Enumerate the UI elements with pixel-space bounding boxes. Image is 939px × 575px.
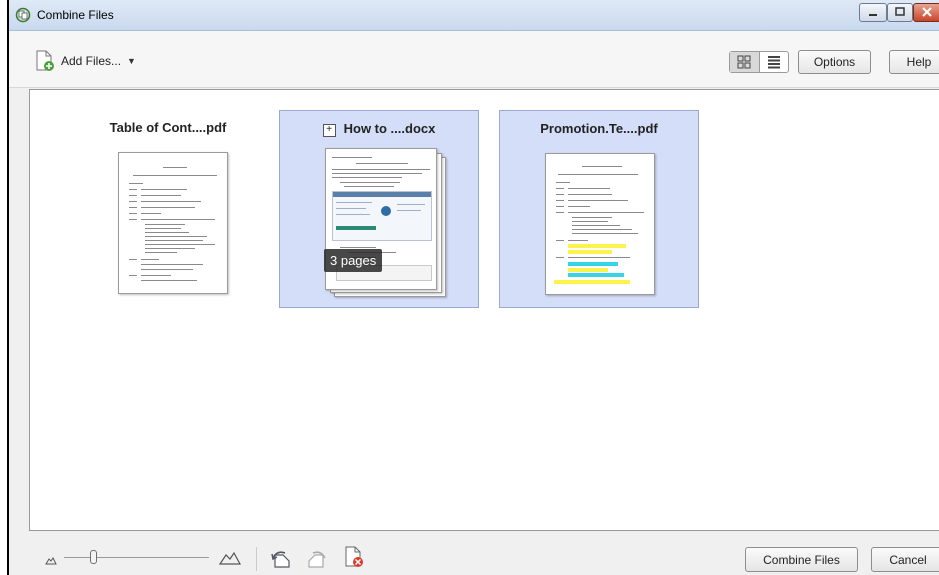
list-view-icon <box>767 56 780 69</box>
toolbar-separator <box>256 547 257 571</box>
file-card-promotion[interactable]: Promotion.Te....pdf <box>499 110 699 308</box>
maximize-button[interactable] <box>887 3 913 22</box>
page-thumbnail <box>545 153 655 295</box>
maximize-icon <box>895 7 905 16</box>
close-button[interactable] <box>913 3 939 22</box>
rotate-left-icon[interactable] <box>271 549 293 569</box>
file-name: How to ....docx <box>343 121 436 136</box>
file-card-table-of-contents[interactable]: Table of Cont....pdf <box>68 110 268 308</box>
grid-view-icon <box>737 55 751 69</box>
minimize-icon <box>869 14 877 16</box>
combine-files-app-icon <box>15 7 31 23</box>
list-view-button[interactable] <box>760 52 789 72</box>
combine-files-window: Combine Files Add Files... ▼ Options Hel… <box>7 0 939 575</box>
view-mode-toggle <box>729 51 789 73</box>
add-files-label: Add Files... <box>61 54 122 68</box>
file-name: Promotion.Te....pdf <box>540 121 658 136</box>
slider-handle[interactable] <box>90 550 97 564</box>
rotate-right-icon[interactable] <box>305 549 327 569</box>
toolbar: Add Files... ▼ Options Help <box>9 31 939 88</box>
window-title: Combine Files <box>37 8 114 22</box>
cancel-button[interactable]: Cancel <box>871 547 939 572</box>
add-files-button[interactable]: Add Files... ▼ <box>35 49 136 73</box>
file-name: Table of Cont....pdf <box>109 120 227 135</box>
zoom-in-icon[interactable] <box>219 551 241 565</box>
title-bar[interactable]: Combine Files <box>9 0 939 31</box>
thumbnail-size-slider[interactable] <box>64 547 209 567</box>
help-button[interactable]: Help <box>889 50 939 74</box>
embedded-screenshot <box>332 191 432 241</box>
page-thumbnail <box>118 152 228 294</box>
file-card-how-to-docx[interactable]: + How to ....docx 3 pages <box>279 110 479 308</box>
file-thumbnails-area[interactable]: Table of Cont....pdf + How to ....docx 3… <box>29 89 939 531</box>
dropdown-arrow-icon[interactable]: ▼ <box>127 56 136 66</box>
zoom-out-icon[interactable] <box>45 556 57 565</box>
thumbnail-view-button[interactable] <box>730 52 760 72</box>
remove-file-icon[interactable] <box>343 545 365 569</box>
file-title-row: + How to ....docx <box>280 121 478 137</box>
add-file-icon <box>36 50 54 71</box>
bottom-bar: Combine Files Cancel <box>9 535 939 575</box>
minimize-button[interactable] <box>859 3 887 22</box>
options-button[interactable]: Options <box>798 50 871 74</box>
combine-files-button[interactable]: Combine Files <box>745 547 858 572</box>
pages-count-badge: 3 pages <box>324 249 383 272</box>
expand-pages-icon[interactable]: + <box>322 124 336 137</box>
close-icon <box>922 7 932 17</box>
